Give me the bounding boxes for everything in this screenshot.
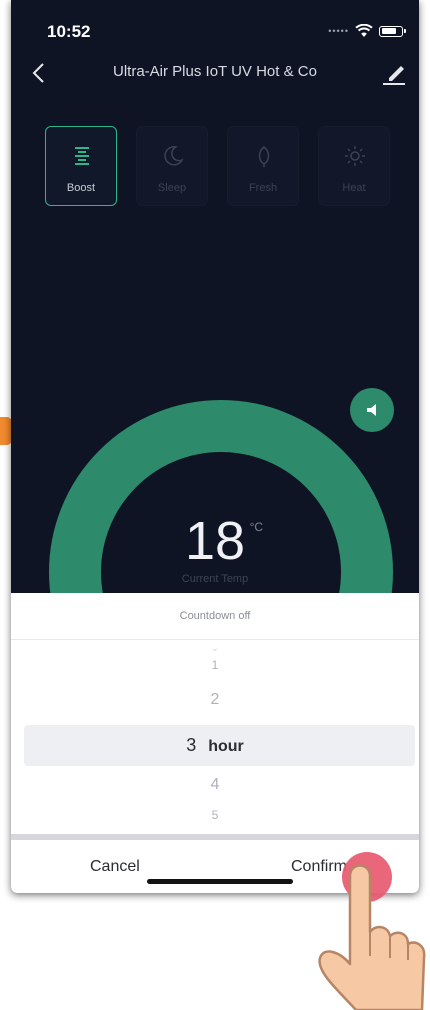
mode-label: Boost (66, 182, 96, 194)
leaf-icon (258, 146, 270, 167)
edit-pencil-icon[interactable] (379, 58, 409, 88)
speaker-icon (367, 404, 376, 416)
selected-hour-value[interactable]: 3 (186, 735, 196, 755)
mode-heat-button[interactable]: Heat (318, 126, 390, 206)
signal-dots-icon: ••••• (328, 26, 349, 36)
wifi-icon (355, 24, 373, 37)
mode-label: Sleep (157, 182, 187, 194)
mode-selector: Boost Sleep Fresh Heat (45, 126, 390, 206)
current-temperature: 18 °C (11, 510, 419, 572)
mode-label: Heat (342, 182, 366, 194)
temperature-unit: °C (249, 520, 264, 534)
status-time: 10:52 (47, 22, 91, 41)
pointing-hand-icon (318, 864, 426, 1010)
status-bar: 10:52 ••••• (11, 0, 419, 46)
back-chevron-icon[interactable] (23, 58, 53, 88)
nav-bar: Ultra-Air Plus IoT UV Hot & Co (11, 56, 419, 92)
mode-fresh-button[interactable]: Fresh (227, 126, 299, 206)
temperature-value: 18 (184, 511, 246, 571)
picker-option[interactable]: 2 (11, 691, 419, 709)
speaker-button[interactable] (350, 388, 394, 432)
countdown-picker-sheet: Countdown off ⌄ 1 2 3 hour 4 5 Cancel Con… (11, 593, 419, 893)
sheet-title: Countdown off (11, 593, 419, 640)
temperature-label: Current Temp (181, 573, 249, 585)
sun-icon (345, 146, 365, 166)
picker-option[interactable]: 5 (11, 808, 419, 822)
hour-unit-label: hour (208, 738, 244, 755)
picker-option[interactable]: 1 (11, 658, 419, 672)
picker-fade-top: ⌄ (210, 643, 220, 654)
mode-boost-button[interactable]: Boost (45, 126, 117, 206)
picker-option[interactable]: 4 (11, 776, 419, 794)
home-indicator (147, 879, 293, 884)
cancel-button[interactable]: Cancel (90, 858, 140, 876)
phone-screen: 10:52 ••••• Ultra-Air Plus IoT UV Hot & … (11, 0, 419, 893)
hour-picker-wheel[interactable]: ⌄ 1 2 3 hour 4 5 (11, 640, 419, 833)
battery-icon (379, 25, 406, 37)
picker-selected-option: 3 hour (11, 735, 419, 756)
device-title: Ultra-Air Plus IoT UV Hot & Co (113, 63, 317, 80)
mode-sleep-button[interactable]: Sleep (136, 126, 208, 206)
boost-icon (75, 147, 89, 165)
mode-label: Fresh (248, 182, 278, 194)
moon-icon (164, 146, 184, 166)
